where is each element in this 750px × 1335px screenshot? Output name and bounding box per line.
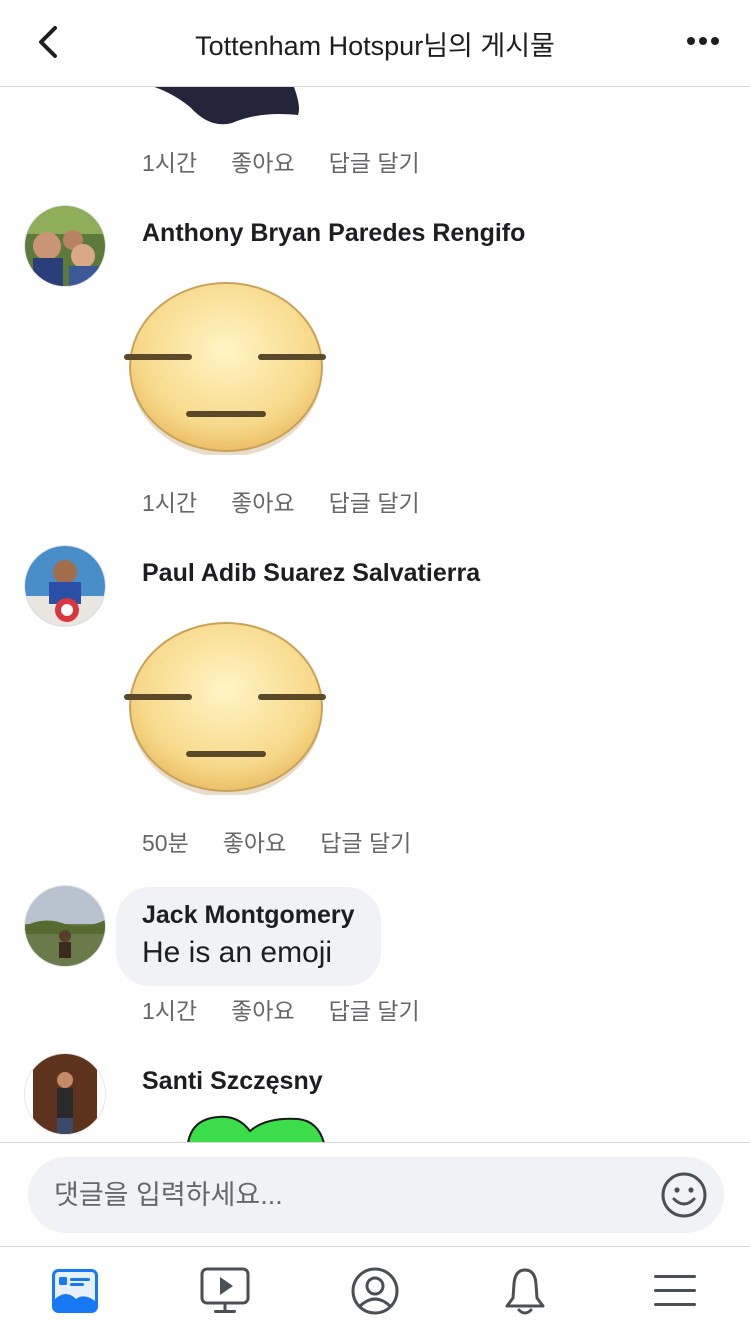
- bottom-tab-bar: [0, 1246, 750, 1335]
- avatar[interactable]: [24, 885, 106, 967]
- comment-composer: [0, 1142, 750, 1247]
- smiley-icon[interactable]: [660, 1171, 708, 1219]
- top-bar: Tottenham Hotspur님의 게시물: [0, 0, 750, 87]
- comment-input[interactable]: [28, 1157, 724, 1233]
- like-link[interactable]: 좋아요: [231, 144, 294, 178]
- profile-icon: [351, 1267, 399, 1315]
- sticker-partial[interactable]: [168, 1111, 338, 1142]
- watch-icon: [200, 1267, 250, 1313]
- comment-author[interactable]: Santi Szczęsny: [142, 1067, 323, 1096]
- reply-link[interactable]: 답글 달기: [329, 144, 420, 178]
- reply-link[interactable]: 답글 달기: [320, 824, 411, 858]
- page-title: Tottenham Hotspur님의 게시물: [195, 31, 555, 61]
- comment-author[interactable]: Anthony Bryan Paredes Rengifo: [142, 219, 525, 248]
- comment-meta: 1시간 좋아요 답글 달기: [142, 144, 420, 178]
- comment-meta: 50분 좋아요 답글 달기: [142, 824, 411, 858]
- expressionless-face-sticker[interactable]: [122, 275, 332, 455]
- tab-news-feed[interactable]: [35, 1261, 115, 1321]
- sticker-partial: [154, 87, 299, 125]
- avatar[interactable]: [24, 205, 106, 287]
- comment-time: 50분: [142, 830, 189, 856]
- comment-author[interactable]: Jack Montgomery: [142, 901, 355, 930]
- comment-time: 1시간: [142, 490, 198, 516]
- comment-time: 1시간: [142, 150, 198, 176]
- menu-icon: [654, 1275, 696, 1306]
- more-dots-icon[interactable]: [686, 36, 720, 46]
- reply-link[interactable]: 답글 달기: [329, 484, 420, 518]
- comment-time: 1시간: [142, 998, 198, 1024]
- avatar[interactable]: [24, 545, 106, 627]
- tab-profile[interactable]: [335, 1261, 415, 1321]
- comment-bubble[interactable]: Jack Montgomery He is an emoji: [116, 887, 381, 986]
- like-link[interactable]: 좋아요: [223, 824, 286, 858]
- tab-notifications[interactable]: [485, 1261, 565, 1321]
- tab-menu[interactable]: [635, 1261, 715, 1321]
- comment-meta: 1시간 좋아요 답글 달기: [142, 992, 420, 1026]
- comment-meta: 1시간 좋아요 답글 달기: [142, 484, 420, 518]
- comment-text: He is an emoji: [142, 936, 333, 969]
- tab-watch[interactable]: [185, 1261, 265, 1321]
- comments-list[interactable]: 1시간 좋아요 답글 달기 Anthony Bryan Paredes Reng…: [0, 87, 750, 1142]
- reply-link[interactable]: 답글 달기: [329, 992, 420, 1026]
- comment-author[interactable]: Paul Adib Suarez Salvatierra: [142, 559, 480, 588]
- notifications-icon: [505, 1268, 545, 1315]
- avatar[interactable]: [24, 1053, 106, 1135]
- expressionless-face-sticker[interactable]: [122, 615, 332, 795]
- like-link[interactable]: 좋아요: [231, 992, 294, 1026]
- news-feed-icon: [52, 1269, 98, 1313]
- like-link[interactable]: 좋아요: [231, 484, 294, 518]
